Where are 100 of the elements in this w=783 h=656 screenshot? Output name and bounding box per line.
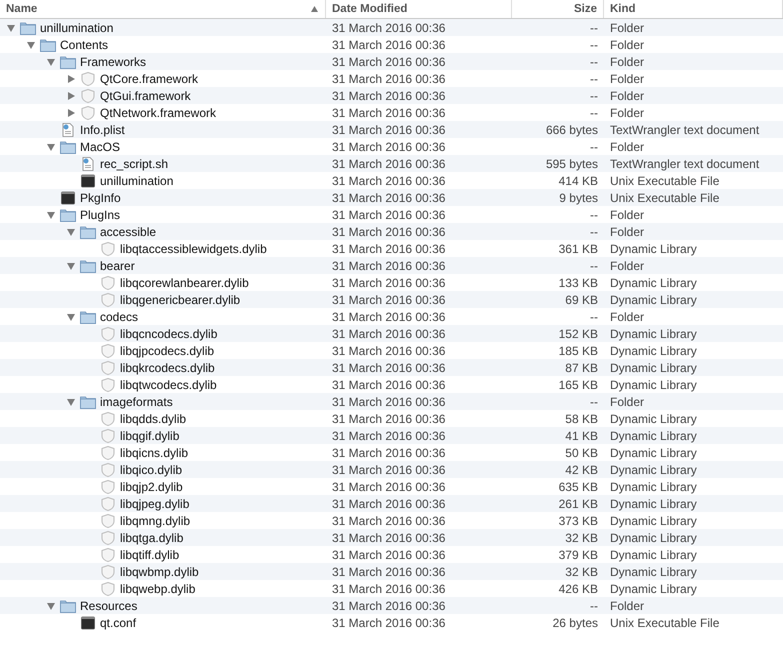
file-kind: Folder — [609, 140, 646, 154]
disclosure-triangle[interactable] — [66, 74, 76, 84]
file-kind: Folder — [609, 54, 646, 68]
file-name[interactable]: libqcorewlanbearer.dylib — [120, 276, 249, 290]
file-size: -- — [589, 224, 599, 238]
file-name[interactable]: codecs — [100, 310, 138, 324]
date-modified: 31 March 2016 00:36 — [331, 378, 446, 392]
date-modified: 31 March 2016 00:36 — [331, 462, 446, 476]
file-name[interactable]: libqcncodecs.dylib — [120, 326, 218, 340]
file-size: -- — [589, 208, 599, 222]
file-name[interactable]: QtCore.framework — [100, 72, 198, 86]
date-modified: 31 March 2016 00:36 — [331, 616, 446, 630]
file-name[interactable]: libqicns.dylib — [120, 446, 188, 460]
folder-icon — [80, 224, 96, 238]
disclosure-triangle[interactable] — [26, 40, 36, 50]
file-size: 58 KB — [564, 412, 599, 426]
disclosure-triangle[interactable] — [46, 142, 56, 152]
file-name[interactable]: libqkrcodecs.dylib — [120, 360, 215, 374]
file-name[interactable]: qt.conf — [100, 616, 136, 630]
file-name[interactable]: MacOS — [80, 140, 120, 154]
file-size: 32 KB — [564, 530, 599, 544]
file-size: 133 KB — [558, 276, 599, 290]
column-header[interactable]: Kind — [604, 0, 783, 18]
date-modified: 31 March 2016 00:36 — [331, 276, 446, 290]
file-kind: Dynamic Library — [609, 530, 698, 544]
file-kind: Folder — [609, 394, 646, 408]
file-kind: Folder — [609, 598, 646, 612]
disclosure-triangle[interactable] — [66, 90, 76, 100]
file-name[interactable]: PkgInfo — [80, 190, 121, 204]
file-name[interactable]: libqico.dylib — [120, 462, 182, 476]
file-kind: Folder — [609, 72, 646, 86]
date-modified: 31 March 2016 00:36 — [331, 54, 446, 68]
file-name[interactable]: Info.plist — [80, 122, 125, 136]
file-name[interactable]: QtNetwork.framework — [100, 106, 216, 120]
column-header[interactable]: Date Modified — [326, 0, 512, 18]
file-size: 152 KB — [558, 326, 599, 340]
terminal-icon — [80, 616, 96, 630]
file-name[interactable]: rec_script.sh — [100, 156, 168, 170]
file-name[interactable]: unillumination — [100, 174, 174, 188]
date-modified: 31 March 2016 00:36 — [331, 190, 446, 204]
file-name[interactable]: libqjp2.dylib — [120, 480, 183, 494]
file-name[interactable]: libqtiff.dylib — [120, 548, 180, 562]
file-name[interactable]: bearer — [100, 258, 135, 272]
disclosure-triangle[interactable] — [46, 56, 56, 66]
date-modified: 31 March 2016 00:36 — [331, 106, 446, 120]
column-header[interactable]: Name — [0, 0, 326, 18]
file-name[interactable]: libqtga.dylib — [120, 530, 184, 544]
file-name[interactable]: libqwebp.dylib — [120, 582, 196, 596]
file-name[interactable]: accessible — [100, 224, 156, 238]
file-kind: Dynamic Library — [609, 326, 698, 340]
date-modified: 31 March 2016 00:36 — [331, 258, 446, 272]
file-name[interactable]: libqmng.dylib — [120, 514, 190, 528]
file-kind: Unix Executable File — [609, 616, 720, 630]
file-kind: Folder — [609, 88, 646, 102]
date-modified: 31 March 2016 00:36 — [331, 564, 446, 578]
folder-icon — [60, 54, 76, 68]
date-modified: 31 March 2016 00:36 — [331, 446, 446, 460]
file-size: -- — [589, 38, 599, 52]
terminal-icon — [80, 174, 96, 188]
file-name[interactable]: libqdds.dylib — [120, 412, 186, 426]
file-size: 595 bytes — [544, 156, 599, 170]
disclosure-triangle[interactable] — [66, 396, 76, 406]
date-modified: 31 March 2016 00:36 — [331, 548, 446, 562]
disclosure-triangle[interactable] — [66, 108, 76, 118]
file-size: 666 bytes — [544, 122, 599, 136]
file-size: 69 KB — [564, 292, 599, 306]
file-kind: Dynamic Library — [609, 428, 698, 442]
disclosure-triangle[interactable] — [66, 226, 76, 236]
file-name[interactable]: PlugIns — [80, 208, 120, 222]
folder-icon — [60, 598, 76, 612]
disclosure-triangle[interactable] — [46, 210, 56, 220]
file-name[interactable]: libqjpcodecs.dylib — [120, 344, 214, 358]
date-modified: 31 March 2016 00:36 — [331, 530, 446, 544]
file-name[interactable]: libqtaccessiblewidgets.dylib — [120, 242, 267, 256]
date-modified: 31 March 2016 00:36 — [331, 156, 446, 170]
file-name[interactable]: imageformats — [100, 394, 173, 408]
disclosure-triangle[interactable] — [66, 312, 76, 322]
file-size: 261 KB — [558, 496, 599, 510]
disclosure-triangle[interactable] — [46, 600, 56, 610]
file-name[interactable]: libqgenericbearer.dylib — [120, 292, 240, 306]
terminal-icon — [60, 190, 76, 204]
date-modified: 31 March 2016 00:36 — [331, 344, 446, 358]
disclosure-triangle[interactable] — [66, 260, 76, 270]
file-kind: Dynamic Library — [609, 564, 698, 578]
file-name[interactable]: libqjpeg.dylib — [120, 496, 190, 510]
date-modified: 31 March 2016 00:36 — [331, 428, 446, 442]
disclosure-triangle[interactable] — [6, 22, 16, 32]
file-name[interactable]: Frameworks — [80, 54, 146, 68]
file-kind: Dynamic Library — [609, 446, 698, 460]
file-name[interactable]: QtGui.framework — [100, 88, 191, 102]
file-name[interactable]: libqwbmp.dylib — [120, 564, 199, 578]
date-modified: 31 March 2016 00:36 — [331, 208, 446, 222]
column-header[interactable]: Size — [512, 0, 604, 18]
file-name[interactable]: Resources — [80, 598, 138, 612]
file-name[interactable]: libqtwcodecs.dylib — [120, 378, 217, 392]
file-name[interactable]: Contents — [60, 38, 108, 52]
file-size: -- — [589, 258, 599, 272]
file-name[interactable]: unillumination — [40, 20, 114, 34]
file-name[interactable]: libqgif.dylib — [120, 428, 180, 442]
file-size: 42 KB — [564, 462, 599, 476]
